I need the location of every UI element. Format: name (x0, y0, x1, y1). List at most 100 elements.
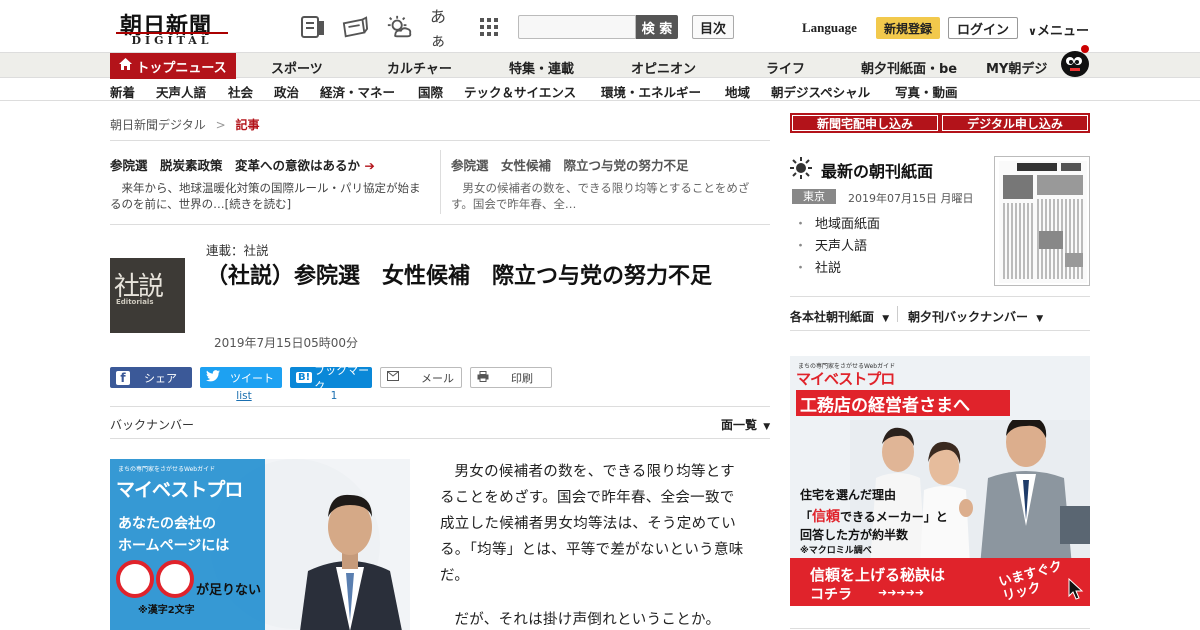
subnav-item-environment[interactable]: 環境・エネルギー (601, 82, 701, 101)
grid-icon[interactable] (476, 14, 502, 40)
article-paragraph: だが、それは掛け声倒れということか。 (454, 612, 721, 628)
papers-icon[interactable] (342, 14, 368, 40)
divider (790, 296, 1090, 297)
newspaper-thumbnail[interactable] (994, 156, 1090, 286)
paper-date: 2019年07月15日 月曜日 (848, 192, 974, 205)
mail-share-label: メール (421, 371, 454, 385)
news-icon[interactable] (300, 14, 326, 40)
regional-papers-label: 各本社朝刊紙面 (790, 310, 875, 324)
print-button[interactable]: 印刷 (470, 367, 552, 388)
back-number-link[interactable]: 朝夕刊バックナンバー ▼ (908, 308, 1043, 325)
nav-item-opinion[interactable]: オピニオン (631, 58, 696, 77)
paper-link-label: 社説 (815, 261, 842, 276)
ad-brand: マイベストプロ (116, 479, 243, 501)
ad-text3: 回答した方が約半数 (800, 528, 909, 542)
subnav-item-photo[interactable]: 写真・動画 (895, 82, 958, 101)
facebook-icon: f (116, 370, 130, 385)
divider (440, 150, 441, 214)
related-desc: 男女の候補者の数を、できる限り均等とすることをめざす。国会で昨年春、全… (451, 181, 750, 211)
ad-click-text: いますぐクリック (997, 558, 1064, 605)
nav-top-label: トップニュース (136, 60, 227, 76)
twitter-share-button[interactable]: ツイート (200, 367, 282, 388)
twitter-count[interactable]: list (203, 390, 285, 402)
facebook-share-button[interactable]: f シェア (110, 367, 192, 388)
menu-button[interactable]: ∨メニュー (1028, 20, 1089, 39)
logo-sub[interactable]: DIGITAL (116, 32, 228, 47)
hatena-count[interactable]: 1 (293, 390, 375, 402)
twitter-icon (206, 370, 220, 385)
subnav-item-international[interactable]: 国際 (418, 82, 443, 101)
subnav-item-special[interactable]: 朝デジスペシャル (771, 82, 870, 101)
advertisement-right[interactable]: まちの専門家をさがせるWebガイド マイベストプロ 工務店の経営者さまへ 住宅を… (790, 356, 1090, 606)
divider (790, 330, 1090, 331)
subnav-item-tech[interactable]: テック＆サイエンス (464, 82, 576, 101)
breadcrumb-home[interactable]: 朝日新聞デジタル (110, 118, 206, 132)
paper-link[interactable]: ・地域面紙面 (794, 213, 880, 232)
ad-note: ※漢字2文字 (138, 605, 195, 616)
related-title[interactable]: 参院選 脱炭素政策 変革への意欲はあるか ➔ (110, 155, 430, 174)
paper-link[interactable]: ・社説 (794, 257, 841, 276)
hatena-bookmark-button[interactable]: B! ブックマーク (290, 364, 372, 393)
home-icon (119, 58, 133, 74)
nav-item-print[interactable]: 朝夕刊紙面・be (861, 58, 957, 77)
latest-paper-title[interactable]: 最新の朝刊紙面 (821, 158, 933, 182)
mascot-icon[interactable] (1056, 44, 1092, 78)
divider (897, 306, 898, 322)
print-label: 印刷 (511, 371, 533, 385)
related-desc: 来年から、地球温暖化対策の国際ルール・パリ協定が始まるのを前に、世界の…[続きを… (110, 181, 421, 211)
subnav-item-new[interactable]: 新着 (110, 82, 135, 101)
toc-button[interactable]: 目次 (692, 15, 734, 39)
search-button[interactable]: 検 索 (636, 15, 678, 39)
back-number-link-label: 朝夕刊バックナンバー (908, 310, 1029, 324)
advertisement-left[interactable]: まちの専門家をさがせるWebガイド マイベストプロ あなたの会社の ホームページ… (110, 459, 410, 630)
series-label[interactable]: 連載：社説 (206, 240, 269, 259)
nav-item-sports[interactable]: スポーツ (271, 58, 323, 77)
paper-link[interactable]: ・天声人語 (794, 235, 867, 254)
related-title[interactable]: 参院選 女性候補 際立つ与党の努力不足 (451, 155, 769, 174)
editorial-thumbnail[interactable]: 社説 Editorials (110, 258, 185, 333)
article-paragraph: 男女の候補者の数を、できる限り均等とすることをめざす。国会で昨年春、全会一致で成… (440, 464, 744, 584)
related-title-text: 参院選 脱炭素政策 変革への意欲はあるか (110, 158, 361, 173)
subnav-item-politics[interactable]: 政治 (274, 82, 299, 101)
divider (790, 628, 1090, 629)
subnav-item-region[interactable]: 地域 (725, 82, 750, 101)
search-input[interactable] (518, 15, 636, 39)
register-button[interactable]: 新規登録 (876, 17, 940, 39)
back-number-label[interactable]: バックナンバー (110, 416, 194, 433)
page-list-toggle[interactable]: 面一覧 ▼ (721, 416, 770, 433)
nav-item-culture[interactable]: カルチャー (387, 58, 452, 77)
mail-share-button[interactable]: メール (380, 367, 462, 388)
login-button[interactable]: ログイン (948, 17, 1018, 39)
ad-cta-bar[interactable]: 信頼を上げる秘訣は コチラ ➜➜➜➜➜ いますぐクリック (790, 558, 1090, 606)
article-headline: （社説）参院選 女性候補 際立つ与党の努力不足 (206, 264, 713, 289)
ad-text2-post: できるメーカー」と (840, 510, 948, 524)
page-list-label: 面一覧 (721, 418, 758, 432)
nav-top-news[interactable]: トップニュース (110, 53, 236, 79)
nav-item-features[interactable]: 特集・連載 (509, 58, 574, 77)
weather-icon[interactable] (386, 14, 412, 40)
ad-cta-line1: 信頼を上げる秘訣は (810, 566, 946, 584)
ad-text2: 「信頼できるメーカー」と (800, 506, 948, 526)
related-item[interactable]: 参院選 女性候補 際立つ与党の努力不足 男女の候補者の数を、できる限り均等とする… (451, 155, 769, 212)
bullet-icon: ・ (794, 261, 808, 276)
bullet-icon: ・ (794, 217, 808, 232)
nav-item-life[interactable]: ライフ (766, 58, 805, 77)
nav-item-my[interactable]: MY朝デジ (986, 58, 1047, 77)
breadcrumb-current: 記事 (235, 118, 260, 132)
subnav-item-society[interactable]: 社会 (228, 82, 253, 101)
site-header: 朝日新聞 DIGITAL あぁ 検 索 目次 Language 新規登録 ログイ… (0, 0, 1200, 52)
article-body: 男女の候補者の数を、できる限り均等とすることをめざす。国会で昨年春、全会一致で成… (440, 459, 746, 630)
ad-missing-text: が足りない (196, 583, 262, 598)
font-size-icon[interactable]: あぁ (430, 7, 456, 50)
subnav-item-economy[interactable]: 経済・マネー (320, 82, 395, 101)
subnav-item-tenseijingo[interactable]: 天声人語 (156, 82, 206, 101)
regional-papers-link[interactable]: 各本社朝刊紙面 ▼ (790, 308, 889, 325)
hatena-icon: B! (296, 372, 313, 383)
ad-arrows: ➜➜➜➜➜ (878, 586, 925, 599)
ad-line1: あなたの会社の (118, 516, 216, 532)
digital-subscribe-button[interactable]: デジタル申し込み (940, 113, 1090, 133)
newspaper-subscribe-button[interactable]: 新聞宅配申し込み (790, 113, 940, 133)
language-link[interactable]: Language (802, 20, 857, 36)
ad-circle-mark (156, 560, 194, 598)
related-item[interactable]: 参院選 脱炭素政策 変革への意欲はあるか ➔ 来年から、地球温暖化対策の国際ルー… (110, 155, 430, 212)
